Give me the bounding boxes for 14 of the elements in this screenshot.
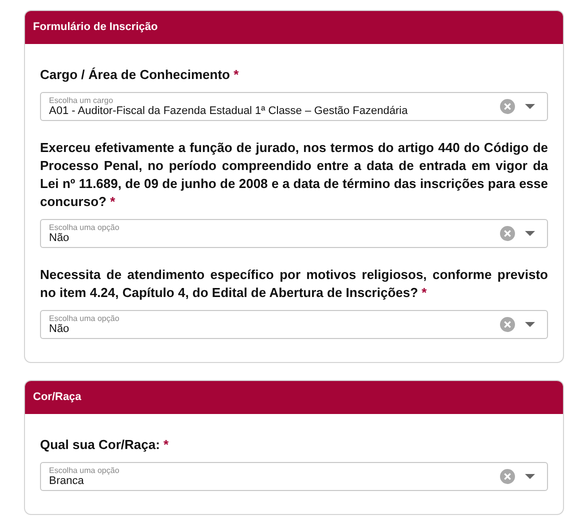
field-label: Qual sua Cor/Raça: * bbox=[40, 436, 170, 454]
caret-icon[interactable] bbox=[525, 104, 535, 109]
section-header: Cor/Raça bbox=[25, 381, 563, 414]
select-field[interactable]: Escolha uma opção Não bbox=[40, 310, 548, 339]
field-label: Exerceu efetivamente a função de jurado, nos termos do artigo 440 do Código de Processo Penal, no período compreendido entre a data de entrada em vigor da Lei nº 11.689, de 09 de junho de 2008 e a data de término das inscrições para esse concurso? * bbox=[40, 139, 548, 211]
select-field[interactable]: Escolha uma opção Não bbox=[40, 219, 548, 248]
caret-icon[interactable] bbox=[525, 231, 535, 236]
caret-icon[interactable] bbox=[525, 474, 535, 479]
select-field[interactable]: Escolha um cargo A01 - Auditor-Fiscal da Fazenda Estadual 1ª Classe – Gestão Fazendária bbox=[40, 92, 548, 121]
caret-icon[interactable] bbox=[525, 322, 535, 327]
field-label: Cargo / Área de Conhecimento * bbox=[40, 66, 240, 84]
section-header: Formulário de Inscrição bbox=[25, 11, 563, 44]
select-field[interactable]: Escolha uma opção Branca bbox=[40, 462, 548, 491]
field-label: Necessita de atendimento específico por motivos religiosos, conforme previsto no item 4.24, Capítulo 4, do Edital de Abertura de Inscrições? * bbox=[40, 266, 548, 302]
